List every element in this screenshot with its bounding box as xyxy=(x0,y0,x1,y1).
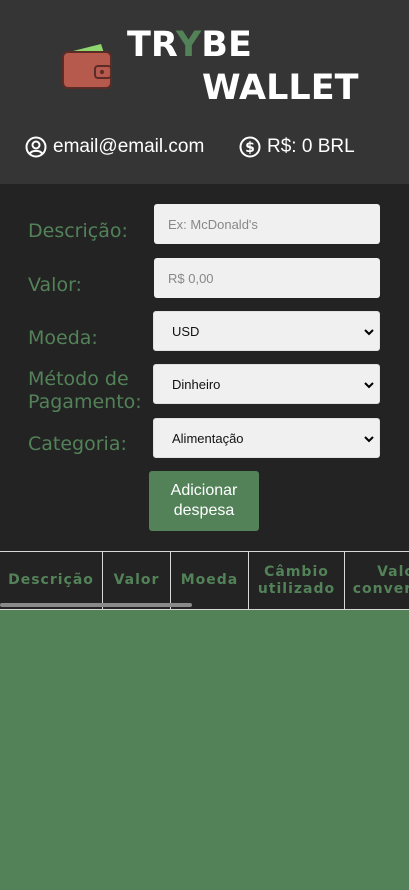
expenses-table-header[interactable]: Descrição Valor Moeda Câmbio utilizado V… xyxy=(0,551,409,610)
value-input[interactable] xyxy=(154,258,380,298)
add-expense-button-label: Adicionar despesa xyxy=(170,482,238,519)
svg-text:$: $ xyxy=(245,140,255,156)
chevron-down-icon xyxy=(364,329,374,336)
logo-line1: TRYBE xyxy=(127,25,252,65)
user-email: email@email.com xyxy=(53,136,205,157)
category-select[interactable]: Alimentação xyxy=(153,418,380,458)
chevron-down-icon xyxy=(364,382,374,389)
description-input[interactable] xyxy=(154,204,380,244)
wallet-icon xyxy=(62,44,112,89)
total-expenses: R$: 0 BRL xyxy=(267,136,355,157)
add-expense-button[interactable]: Adicionar despesa xyxy=(149,471,259,531)
currency-select[interactable]: USD xyxy=(153,311,380,351)
dollar-circle-icon: $ xyxy=(239,136,261,158)
app-header: TRYBE WALLET email@email.com $ R$: 0 BRL xyxy=(0,0,409,184)
description-label: Descrição: xyxy=(28,220,128,242)
payment-method-label: Método de Pagamento: xyxy=(28,368,142,413)
column-header-exchange-rate: Câmbio utilizado xyxy=(249,552,345,609)
chevron-down-icon xyxy=(364,436,374,443)
expense-form: Descrição: Valor: Moeda: USD Método de P… xyxy=(0,184,409,551)
currency-label: Moeda: xyxy=(28,327,98,349)
column-header-currency: Moeda xyxy=(171,552,249,609)
column-header-converted-value: Valor convertido xyxy=(352,563,409,597)
currency-selected-value: USD xyxy=(172,323,200,339)
payment-method-selected-value: Dinheiro xyxy=(172,376,221,392)
horizontal-scrollbar[interactable] xyxy=(0,603,192,607)
value-label: Valor: xyxy=(28,274,82,296)
category-label: Categoria: xyxy=(28,433,127,455)
column-header-value: Valor xyxy=(103,552,171,609)
column-header-description: Descrição xyxy=(0,552,103,609)
user-circle-icon xyxy=(25,136,47,158)
category-selected-value: Alimentação xyxy=(172,430,244,446)
logo-line2: WALLET xyxy=(202,68,359,108)
payment-method-select[interactable]: Dinheiro xyxy=(153,364,380,404)
